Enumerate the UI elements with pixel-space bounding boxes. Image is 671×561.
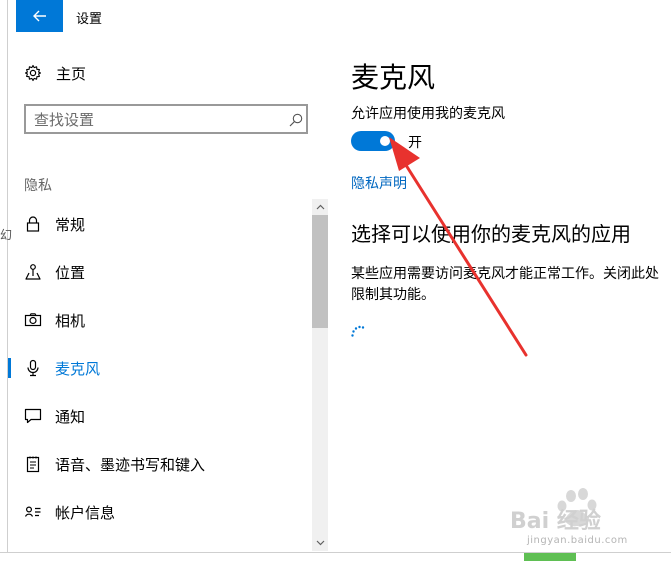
scroll-thumb[interactable] xyxy=(312,215,328,328)
sidebar-item-microphone[interactable]: 麦克风 xyxy=(8,348,310,388)
scroll-up-button[interactable] xyxy=(312,199,328,215)
allow-apps-label: 允许应用使用我的麦克风 xyxy=(351,106,505,122)
microphone-icon xyxy=(27,359,39,377)
chevron-up-icon xyxy=(316,204,324,210)
sidebar-item-label: 常规 xyxy=(55,216,86,234)
apps-description: 某些应用需要访问麦克风才能正常工作。关闭此处限制其功能。 xyxy=(351,266,659,303)
sidebar-item-label: 通知 xyxy=(55,408,86,426)
back-arrow-icon xyxy=(32,10,46,22)
location-icon xyxy=(25,264,41,280)
scroll-down-button[interactable] xyxy=(312,535,328,551)
section-label-privacy: 隐私 xyxy=(24,178,52,194)
nav-scrollbar[interactable] xyxy=(312,199,328,551)
toggle-knob xyxy=(380,136,390,146)
speech-icon xyxy=(26,456,40,473)
chevron-down-icon xyxy=(316,540,324,546)
notification-icon xyxy=(24,408,42,424)
sidebar-item-label: 位置 xyxy=(55,264,86,282)
microphone-access-toggle[interactable] xyxy=(351,131,395,151)
loading-spinner-icon xyxy=(351,325,365,337)
account-info-icon xyxy=(24,506,41,517)
watermark-logo-text: Bai 经验 xyxy=(510,508,601,534)
lock-icon xyxy=(26,216,40,232)
watermark-url: jingyan.baidu.com xyxy=(527,535,628,546)
title-bar: 设置 xyxy=(8,0,671,32)
window-title: 设置 xyxy=(76,12,103,27)
sidebar-item-camera[interactable]: 相机 xyxy=(8,300,310,340)
nav-home-label: 主页 xyxy=(56,64,87,83)
sidebar-item-label: 麦克风 xyxy=(55,360,101,378)
sidebar-item-location[interactable]: 位置 xyxy=(8,252,310,292)
toggle-state-label: 开 xyxy=(408,135,422,151)
sidebar-item-label: 相机 xyxy=(55,312,86,330)
sidebar-item-notifications[interactable]: 通知 xyxy=(8,396,310,436)
page-title: 麦克风 xyxy=(351,61,436,94)
search-icon[interactable] xyxy=(288,112,304,128)
search-input[interactable] xyxy=(34,110,274,130)
privacy-statement-link[interactable]: 隐私声明 xyxy=(351,173,407,193)
sidebar-item-label: 帐户信息 xyxy=(55,504,116,522)
gear-icon xyxy=(24,64,42,82)
taskbar-fragment xyxy=(524,553,576,561)
sidebar-item-label: 语音、墨迹书写和键入 xyxy=(55,456,206,474)
sidebar-item-speech[interactable]: 语音、墨迹书写和键入 xyxy=(8,444,310,484)
camera-icon xyxy=(24,313,42,327)
search-box[interactable] xyxy=(24,104,308,134)
active-indicator xyxy=(8,358,11,378)
sidebar-item-account-info[interactable]: 帐户信息 xyxy=(8,492,310,532)
nav-home[interactable]: 主页 xyxy=(24,62,304,84)
sidebar-item-general[interactable]: 常规 xyxy=(8,204,310,244)
back-button[interactable] xyxy=(16,0,63,32)
choose-apps-heading: 选择可以使用你的麦克风的应用 xyxy=(351,222,631,246)
